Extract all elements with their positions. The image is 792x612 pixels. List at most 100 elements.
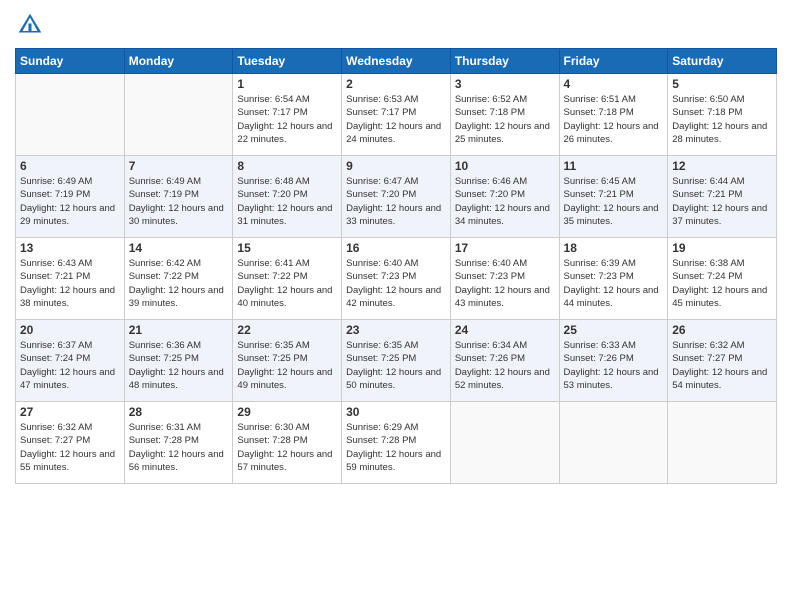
day-number: 13 (20, 241, 120, 255)
day-number: 11 (564, 159, 664, 173)
day-info: Sunrise: 6:49 AM Sunset: 7:19 PM Dayligh… (129, 175, 229, 228)
day-info: Sunrise: 6:39 AM Sunset: 7:23 PM Dayligh… (564, 257, 664, 310)
day-info: Sunrise: 6:32 AM Sunset: 7:27 PM Dayligh… (672, 339, 772, 392)
day-info: Sunrise: 6:32 AM Sunset: 7:27 PM Dayligh… (20, 421, 120, 474)
calendar-day-cell (668, 402, 777, 484)
day-info: Sunrise: 6:45 AM Sunset: 7:21 PM Dayligh… (564, 175, 664, 228)
logo (15, 10, 49, 40)
day-number: 2 (346, 77, 446, 91)
calendar-header-row: SundayMondayTuesdayWednesdayThursdayFrid… (16, 49, 777, 74)
calendar-day-cell: 18 Sunrise: 6:39 AM Sunset: 7:23 PM Dayli… (559, 238, 668, 320)
day-number: 23 (346, 323, 446, 337)
weekday-header: Saturday (668, 49, 777, 74)
day-info: Sunrise: 6:53 AM Sunset: 7:17 PM Dayligh… (346, 93, 446, 146)
day-info: Sunrise: 6:34 AM Sunset: 7:26 PM Dayligh… (455, 339, 555, 392)
day-number: 4 (564, 77, 664, 91)
calendar-day-cell: 16 Sunrise: 6:40 AM Sunset: 7:23 PM Dayli… (342, 238, 451, 320)
calendar-day-cell: 21Sunrise: 6:36 AM Sunset: 7:25 PM Dayli… (124, 320, 233, 402)
day-number: 27 (20, 405, 120, 419)
calendar-day-cell (450, 402, 559, 484)
calendar-week-row: 13 Sunrise: 6:43 AM Sunset: 7:21 PM Dayli… (16, 238, 777, 320)
day-number: 17 (455, 241, 555, 255)
calendar-day-cell: 11 Sunrise: 6:45 AM Sunset: 7:21 PM Dayli… (559, 156, 668, 238)
day-number: 7 (129, 159, 229, 173)
day-number: 18 (564, 241, 664, 255)
calendar-week-row: 27 Sunrise: 6:32 AM Sunset: 7:27 PM Dayli… (16, 402, 777, 484)
day-info: Sunrise: 6:31 AM Sunset: 7:28 PM Dayligh… (129, 421, 229, 474)
day-info: Sunrise: 6:48 AM Sunset: 7:20 PM Dayligh… (237, 175, 337, 228)
day-info: Sunrise: 6:44 AM Sunset: 7:21 PM Dayligh… (672, 175, 772, 228)
day-number: 30 (346, 405, 446, 419)
calendar-day-cell: 1 Sunrise: 6:54 AM Sunset: 7:17 PM Daylig… (233, 74, 342, 156)
day-info: Sunrise: 6:54 AM Sunset: 7:17 PM Dayligh… (237, 93, 337, 146)
calendar-day-cell: 10Sunrise: 6:46 AM Sunset: 7:20 PM Dayli… (450, 156, 559, 238)
day-number: 3 (455, 77, 555, 91)
calendar-week-row: 20 Sunrise: 6:37 AM Sunset: 7:24 PM Dayli… (16, 320, 777, 402)
calendar-day-cell: 29 Sunrise: 6:30 AM Sunset: 7:28 PM Dayli… (233, 402, 342, 484)
day-number: 16 (346, 241, 446, 255)
day-info: Sunrise: 6:40 AM Sunset: 7:23 PM Dayligh… (346, 257, 446, 310)
header (15, 10, 777, 40)
weekday-header: Wednesday (342, 49, 451, 74)
weekday-header: Thursday (450, 49, 559, 74)
day-number: 29 (237, 405, 337, 419)
calendar-table: SundayMondayTuesdayWednesdayThursdayFrid… (15, 48, 777, 484)
calendar-day-cell: 20 Sunrise: 6:37 AM Sunset: 7:24 PM Dayli… (16, 320, 125, 402)
calendar-week-row: 1 Sunrise: 6:54 AM Sunset: 7:17 PM Daylig… (16, 74, 777, 156)
calendar-day-cell (559, 402, 668, 484)
day-number: 20 (20, 323, 120, 337)
calendar-day-cell: 25Sunrise: 6:33 AM Sunset: 7:26 PM Dayli… (559, 320, 668, 402)
day-info: Sunrise: 6:37 AM Sunset: 7:24 PM Dayligh… (20, 339, 120, 392)
day-info: Sunrise: 6:29 AM Sunset: 7:28 PM Dayligh… (346, 421, 446, 474)
calendar-day-cell: 28Sunrise: 6:31 AM Sunset: 7:28 PM Dayli… (124, 402, 233, 484)
calendar-day-cell: 23 Sunrise: 6:35 AM Sunset: 7:25 PM Dayli… (342, 320, 451, 402)
calendar-day-cell: 15Sunrise: 6:41 AM Sunset: 7:22 PM Dayli… (233, 238, 342, 320)
day-info: Sunrise: 6:46 AM Sunset: 7:20 PM Dayligh… (455, 175, 555, 228)
calendar-day-cell: 3Sunrise: 6:52 AM Sunset: 7:18 PM Daylig… (450, 74, 559, 156)
day-info: Sunrise: 6:42 AM Sunset: 7:22 PM Dayligh… (129, 257, 229, 310)
calendar-day-cell: 14 Sunrise: 6:42 AM Sunset: 7:22 PM Dayli… (124, 238, 233, 320)
calendar-day-cell: 17Sunrise: 6:40 AM Sunset: 7:23 PM Dayli… (450, 238, 559, 320)
day-info: Sunrise: 6:38 AM Sunset: 7:24 PM Dayligh… (672, 257, 772, 310)
day-info: Sunrise: 6:49 AM Sunset: 7:19 PM Dayligh… (20, 175, 120, 228)
calendar-day-cell: 19 Sunrise: 6:38 AM Sunset: 7:24 PM Dayli… (668, 238, 777, 320)
day-info: Sunrise: 6:51 AM Sunset: 7:18 PM Dayligh… (564, 93, 664, 146)
day-number: 12 (672, 159, 772, 173)
page: SundayMondayTuesdayWednesdayThursdayFrid… (0, 0, 792, 612)
calendar-day-cell: 12 Sunrise: 6:44 AM Sunset: 7:21 PM Dayli… (668, 156, 777, 238)
day-info: Sunrise: 6:36 AM Sunset: 7:25 PM Dayligh… (129, 339, 229, 392)
day-info: Sunrise: 6:47 AM Sunset: 7:20 PM Dayligh… (346, 175, 446, 228)
day-number: 5 (672, 77, 772, 91)
day-info: Sunrise: 6:41 AM Sunset: 7:22 PM Dayligh… (237, 257, 337, 310)
day-info: Sunrise: 6:43 AM Sunset: 7:21 PM Dayligh… (20, 257, 120, 310)
day-number: 24 (455, 323, 555, 337)
calendar-day-cell: 22Sunrise: 6:35 AM Sunset: 7:25 PM Dayli… (233, 320, 342, 402)
weekday-header: Sunday (16, 49, 125, 74)
weekday-header: Monday (124, 49, 233, 74)
calendar-week-row: 6 Sunrise: 6:49 AM Sunset: 7:19 PM Daylig… (16, 156, 777, 238)
calendar-day-cell: 8 Sunrise: 6:48 AM Sunset: 7:20 PM Daylig… (233, 156, 342, 238)
calendar-day-cell: 2 Sunrise: 6:53 AM Sunset: 7:17 PM Daylig… (342, 74, 451, 156)
calendar-day-cell: 13 Sunrise: 6:43 AM Sunset: 7:21 PM Dayli… (16, 238, 125, 320)
day-number: 8 (237, 159, 337, 173)
calendar-day-cell: 27 Sunrise: 6:32 AM Sunset: 7:27 PM Dayli… (16, 402, 125, 484)
day-info: Sunrise: 6:35 AM Sunset: 7:25 PM Dayligh… (346, 339, 446, 392)
calendar-day-cell: 30 Sunrise: 6:29 AM Sunset: 7:28 PM Dayli… (342, 402, 451, 484)
calendar-day-cell: 5 Sunrise: 6:50 AM Sunset: 7:18 PM Daylig… (668, 74, 777, 156)
calendar-day-cell: 24 Sunrise: 6:34 AM Sunset: 7:26 PM Dayli… (450, 320, 559, 402)
day-number: 19 (672, 241, 772, 255)
weekday-header: Friday (559, 49, 668, 74)
day-info: Sunrise: 6:50 AM Sunset: 7:18 PM Dayligh… (672, 93, 772, 146)
day-number: 26 (672, 323, 772, 337)
weekday-header: Tuesday (233, 49, 342, 74)
logo-icon (15, 10, 45, 40)
day-number: 22 (237, 323, 337, 337)
calendar-day-cell: 7 Sunrise: 6:49 AM Sunset: 7:19 PM Daylig… (124, 156, 233, 238)
day-number: 14 (129, 241, 229, 255)
day-info: Sunrise: 6:30 AM Sunset: 7:28 PM Dayligh… (237, 421, 337, 474)
calendar-day-cell (124, 74, 233, 156)
calendar-day-cell (16, 74, 125, 156)
day-number: 6 (20, 159, 120, 173)
day-number: 1 (237, 77, 337, 91)
day-number: 25 (564, 323, 664, 337)
